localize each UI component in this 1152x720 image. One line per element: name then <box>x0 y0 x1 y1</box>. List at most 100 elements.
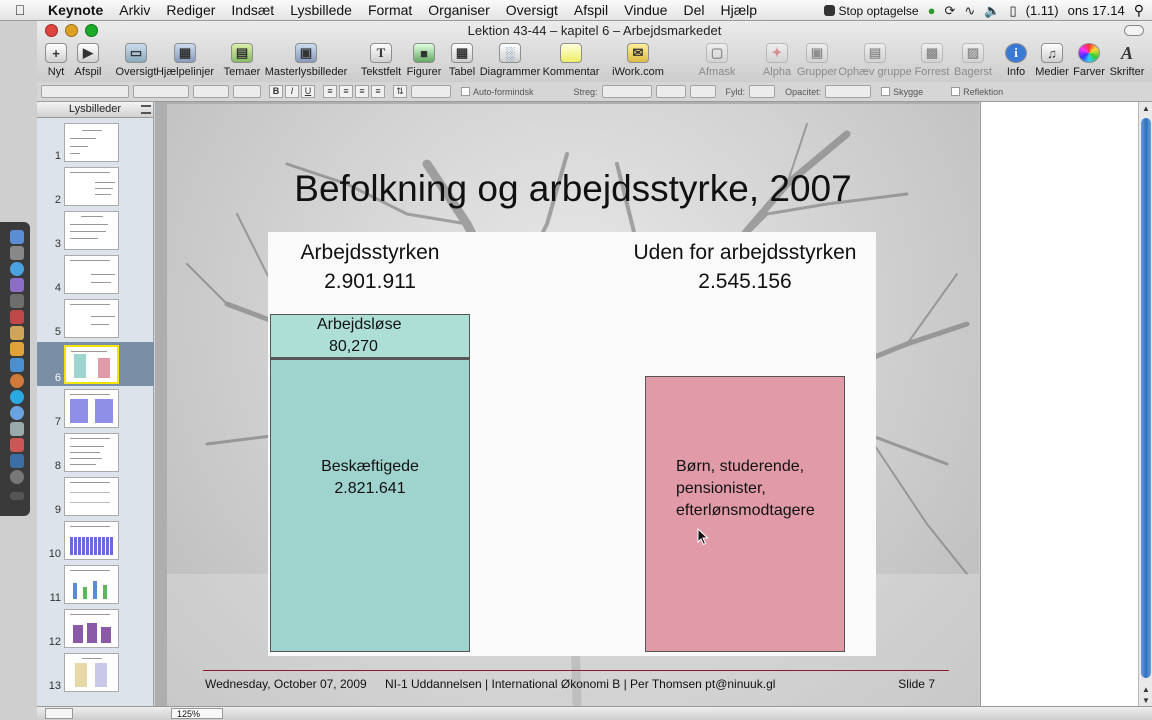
menu-format[interactable]: Format <box>360 2 420 18</box>
mail-dock-icon[interactable] <box>10 358 24 372</box>
menu-oversigt[interactable]: Oversigt <box>498 2 566 18</box>
finder-dock-icon[interactable] <box>10 230 24 244</box>
menu-arkiv[interactable]: Arkiv <box>111 2 158 18</box>
record-stop-icon <box>823 5 835 16</box>
keynote-dock-icon[interactable] <box>10 438 24 452</box>
zoom-select[interactable]: 125% <box>171 708 223 719</box>
menu-vindue[interactable]: Vindue <box>616 2 675 18</box>
table-icon: ▦ <box>451 43 473 63</box>
battery-icon[interactable]: ▯ <box>1009 3 1016 19</box>
italic-button[interactable]: I <box>285 85 299 98</box>
vertical-scrollbar[interactable]: ▲ ▲ ▼ <box>1138 102 1152 706</box>
volume-icon[interactable]: 🔈 <box>984 3 1000 19</box>
slide-thumbnail[interactable]: 10 <box>37 518 154 562</box>
outside-line-3: efterlønsmodtagere <box>676 502 815 519</box>
photo-dock-icon[interactable] <box>10 454 24 468</box>
itunes-dock-icon[interactable] <box>10 294 24 308</box>
navigator-menu-icon[interactable] <box>141 105 151 114</box>
skype-dock-icon[interactable] <box>10 390 24 404</box>
slide-thumbnail-selected[interactable]: 6 <box>37 342 154 386</box>
reflection-checkbox[interactable] <box>951 87 961 96</box>
autofit-checkbox[interactable] <box>461 87 470 96</box>
evernote-icon[interactable]: ● <box>928 3 936 18</box>
slide-canvas[interactable]: Befolkning og arbejdsstyrke, 2007 Arbejd… <box>167 104 979 706</box>
align-center-button[interactable]: ≡ <box>339 85 353 98</box>
align-justify-button[interactable]: ≡ <box>371 85 385 98</box>
reflection-label: Reflektion <box>963 86 1004 97</box>
scroll-up-arrow-icon[interactable]: ▲ <box>1142 685 1150 694</box>
fill-color-well[interactable] <box>749 85 776 98</box>
unemployed-box[interactable]: Arbejdsløse 80,270 <box>270 314 470 358</box>
stroke-style-select[interactable] <box>601 85 652 98</box>
navigator-view-button[interactable] <box>45 708 73 719</box>
underline-button[interactable]: U <box>301 85 315 98</box>
fonts-button[interactable]: A Skrifter <box>1092 43 1152 79</box>
menu-lysbillede[interactable]: Lysbillede <box>282 2 360 18</box>
menu-rediger[interactable]: Rediger <box>158 2 223 18</box>
slide-thumbnail[interactable]: 3 <box>37 208 154 252</box>
font-family-select[interactable] <box>133 85 189 98</box>
comment-button[interactable]: Kommentar <box>536 43 606 78</box>
font-size-field[interactable] <box>233 85 261 98</box>
stroke-width-field[interactable] <box>655 85 686 98</box>
notes-dock-icon[interactable] <box>10 326 24 340</box>
stroke-color-well[interactable] <box>689 85 716 98</box>
utility-dock-icon[interactable] <box>10 422 24 436</box>
scrollbar-thumb[interactable] <box>1141 118 1151 678</box>
slide-thumbnail[interactable]: 1 <box>37 120 154 164</box>
masters-button[interactable]: ▣ Masterlysbilleder <box>265 43 347 78</box>
font-style-select[interactable] <box>193 85 229 98</box>
slide-thumbnail[interactable]: 5 <box>37 296 154 340</box>
slide-thumbnail[interactable]: 13 <box>37 650 154 694</box>
slide-thumbnail[interactable]: 11 <box>37 562 154 606</box>
slide-thumbnail[interactable]: 8 <box>37 430 154 474</box>
presenter-notes-pane[interactable] <box>980 102 1138 706</box>
slide-thumbnail[interactable]: 12 <box>37 606 154 650</box>
time-machine-dock-icon[interactable] <box>10 470 24 484</box>
shadow-checkbox[interactable] <box>881 87 891 96</box>
outside-labour-force-box[interactable]: Børn, studerende, pensionister, efterløn… <box>645 376 845 652</box>
safari-dock-icon[interactable] <box>10 262 24 276</box>
slide-number: 13 <box>48 680 61 692</box>
sync-icon[interactable]: ⟳ <box>944 3 955 19</box>
spotlight-search-icon[interactable]: ⚲ <box>1134 2 1144 19</box>
slide-thumbnail[interactable]: 2 <box>37 164 154 208</box>
opacity-field[interactable] <box>825 85 872 98</box>
slide-title[interactable]: Befolkning og arbejdsstyrke, 2007 <box>167 168 979 210</box>
slide-thumbnail[interactable]: 4 <box>37 252 154 296</box>
calendar-dock-icon[interactable] <box>10 310 24 324</box>
menu-hjaelp[interactable]: Hjælp <box>712 2 765 18</box>
scroll-down-arrow-icon[interactable]: ▼ <box>1142 696 1150 705</box>
menu-indsaet[interactable]: Indsæt <box>223 2 282 18</box>
system-preferences-dock-icon[interactable] <box>10 246 24 260</box>
firefox-dock-icon[interactable] <box>10 374 24 388</box>
menu-del[interactable]: Del <box>675 2 712 18</box>
menu-clock[interactable]: ons 17.14 <box>1068 3 1125 18</box>
menu-afspil[interactable]: Afspil <box>566 2 616 18</box>
bold-button[interactable]: B <box>269 85 283 98</box>
columns-select[interactable] <box>411 85 451 98</box>
charts-button[interactable]: ░ Diagrammer <box>475 43 545 78</box>
ical-dock-icon[interactable] <box>10 278 24 292</box>
employed-box[interactable]: Beskæftigede 2.821.641 <box>270 358 470 652</box>
align-right-button[interactable]: ≡ <box>355 85 369 98</box>
slide-canvas-area: Befolkning og arbejdsstyrke, 2007 Arbejd… <box>155 102 979 706</box>
stack-dock-icon[interactable] <box>10 492 24 500</box>
align-left-button[interactable]: ≡ <box>323 85 337 98</box>
apple-menu-icon[interactable]:  <box>0 2 40 18</box>
slide-thumbnail[interactable]: 9 <box>37 474 154 518</box>
menu-organiser[interactable]: Organiser <box>420 2 497 18</box>
line-spacing-button[interactable]: ⇅ <box>393 85 407 98</box>
outside-labour-force-heading[interactable]: Uden for arbejdsstyrken 2.545.156 <box>616 238 874 296</box>
slide-thumbnail[interactable]: 7 <box>37 386 154 430</box>
labour-force-heading[interactable]: Arbejdsstyrken 2.901.911 <box>270 238 470 296</box>
chat-dock-icon[interactable] <box>10 406 24 420</box>
wifi-icon[interactable]: ∿ <box>964 3 975 19</box>
preview-dock-icon[interactable] <box>10 342 24 356</box>
paragraph-style-select[interactable] <box>41 85 129 98</box>
stop-recording-button[interactable]: Stop optagelse <box>823 4 919 18</box>
scroll-up-arrow-icon[interactable]: ▲ <box>1142 104 1150 113</box>
iwork-button[interactable]: ✉ iWork.com <box>603 43 673 78</box>
menu-app-keynote[interactable]: Keynote <box>40 2 111 18</box>
toolbar-toggle-button[interactable] <box>1124 25 1144 36</box>
